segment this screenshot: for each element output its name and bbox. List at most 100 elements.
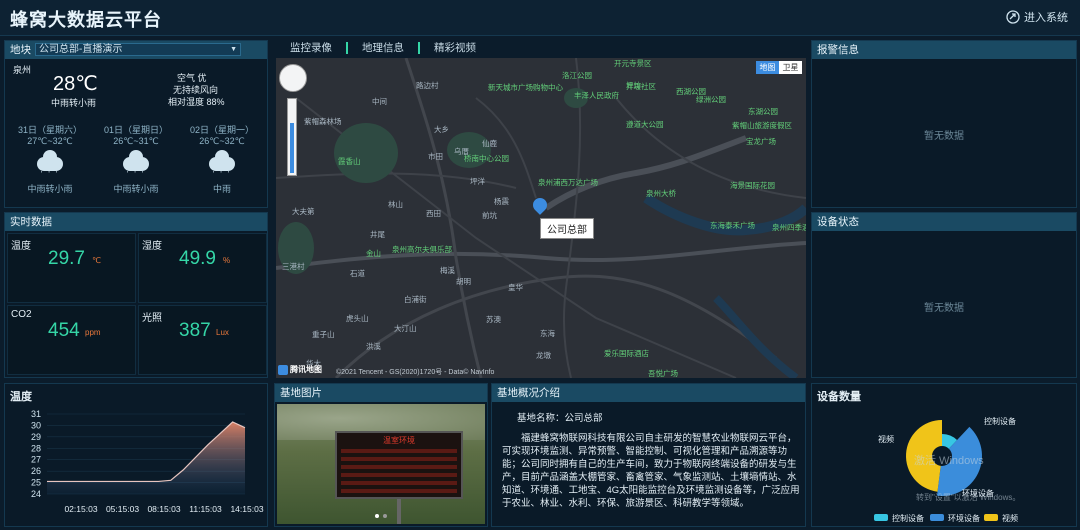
map-place-label: 苏澳 — [486, 315, 501, 324]
temperature-chart: 2425 2627 2829 3031 02:15:03 05:15:03 08:15:03… — [31, 409, 264, 514]
enter-system-label: 进入系统 — [1024, 12, 1068, 24]
map-place-label: 中间 — [372, 97, 387, 106]
metric-unit: ℃ — [92, 256, 101, 265]
map-poi-label[interactable]: 坪坊 — [626, 80, 641, 91]
map-place-label: 石道 — [350, 269, 365, 278]
map-type-normal[interactable]: 地图 — [756, 61, 779, 74]
metric-co2: CO2 454 ppm — [7, 305, 136, 375]
legend-label[interactable]: 控制设备 — [892, 513, 924, 523]
map-poi-label[interactable]: 紫帽山旅游度假区 — [732, 120, 792, 131]
map-poi-label[interactable]: 霞香山 — [338, 156, 361, 167]
forecast-desc: 中雨 — [212, 184, 231, 194]
base-overview-title: 基地概况介绍 — [492, 384, 805, 402]
legend-swatch[interactable] — [984, 514, 998, 521]
y-tick-label: 30 — [31, 420, 41, 430]
metric-label: 光照 — [142, 313, 162, 324]
pager-dot-icon[interactable] — [375, 514, 379, 518]
y-tick-label: 28 — [31, 443, 41, 453]
base-select[interactable]: 公司总部-直播演示 ▼ — [35, 43, 241, 56]
map-poi-label[interactable]: 桥南中心公园 — [464, 153, 509, 164]
map-place-label: 大乡 — [434, 125, 449, 134]
map-type-satellite[interactable]: 卫星 — [779, 61, 802, 74]
map-poi-label[interactable]: 遵道大公园 — [626, 119, 664, 130]
tab-monitor-video[interactable]: 监控录像 — [276, 42, 348, 54]
map-place-label: 前坑 — [482, 211, 497, 220]
pager-dot-icon[interactable] — [383, 514, 387, 518]
forecast-range: 26℃~32℃ — [199, 136, 245, 146]
alarm-panel: 报警信息 暂无数据 — [811, 40, 1077, 208]
led-sign: 温室环境 — [335, 431, 463, 499]
forecast-desc: 中雨转小雨 — [113, 184, 159, 194]
map-poi-label[interactable]: 东湖公园 — [748, 106, 778, 117]
metric-temperature: 温度 29.7 ℃ — [7, 233, 136, 303]
tencent-map-logo-icon — [278, 364, 288, 375]
forecast-list: 31日（星期六） 27℃~32℃ ' ' ' 中雨转小雨 01日（星期日） 26… — [7, 123, 265, 205]
map-marker-label[interactable]: 公司总部 — [540, 218, 594, 239]
map-poi-label[interactable]: 金山 — [366, 248, 381, 259]
base-photo-panel: 基地图片 温室环境 — [274, 383, 488, 527]
forecast-day: 01日（星期日） 26℃~31℃ ' ' ' 中雨转小雨 — [96, 123, 176, 205]
map-poi-label[interactable]: 新天城市广场购物中心 — [488, 82, 563, 93]
legend-label[interactable]: 视频 — [1002, 513, 1018, 523]
map-poi-label[interactable]: 吾悦广场 — [648, 368, 678, 378]
map-place-label: 皇华 — [508, 283, 523, 292]
weather-city: 泉州 — [13, 65, 32, 75]
forecast-desc: 中雨转小雨 — [27, 184, 73, 194]
map-zoom-slider[interactable] — [287, 98, 297, 176]
temperature-chart-title: 温度 — [10, 391, 32, 403]
map-poi-label[interactable]: 东海泰禾广场 — [710, 220, 755, 231]
base-photo-title: 基地图片 — [275, 384, 487, 402]
map-poi-label[interactable]: 开元寺景区 — [614, 58, 652, 69]
map-poi-label[interactable]: 宝龙广场 — [746, 136, 776, 147]
device-status-empty: 暂无数据 — [924, 303, 964, 314]
tab-videos[interactable]: 精彩视频 — [420, 42, 490, 54]
legend-label[interactable]: 环境设备 — [948, 513, 980, 523]
map-poi-label[interactable]: 泉州大桥 — [646, 188, 676, 199]
led-sign-title: 温室环境 — [383, 436, 415, 445]
device-count-panel: 设备数量 控制设备 环境设备 视频 控制设备 环境设备 视频 激活 Windows 转到"… — [811, 383, 1077, 527]
windows-watermark-line2: 转到"设置"以激活 Windows。 — [916, 493, 1021, 502]
temperature-chart-panel: 温度 24 25 26 27 28 29 30 31 02:15:03 05:15:03 08:15… — [4, 383, 268, 527]
map-poi-label[interactable]: 绿洲公园 — [696, 94, 726, 105]
map-poi-label[interactable]: 泉州高尔夫俱乐部 — [392, 244, 452, 255]
map-place-label: 路边村 — [416, 81, 439, 90]
weather-humidity: 相对湿度 88% — [168, 97, 225, 107]
device-status-title: 设备状态 — [812, 213, 1076, 231]
metric-unit: % — [223, 256, 231, 265]
weather-desc: 中雨转小雨 — [51, 98, 97, 108]
map-place-label: 西田 — [426, 209, 441, 218]
realtime-title: 实时数据 — [5, 213, 267, 231]
map-place-label: 仙鹿 — [482, 139, 497, 148]
metric-label: 湿度 — [142, 241, 162, 252]
map-view[interactable]: 地图 卫星 紫帽森林场 路边村 中间 大乡 乌厝 市田 西田 仙鹿 杨震 坪洋 林山 前坑 大夫第 井尾胡… — [276, 58, 806, 378]
map-place-label: 大汀山 — [394, 324, 417, 333]
y-tick-label: 26 — [31, 466, 41, 476]
base-label: 地块 — [10, 44, 31, 56]
y-tick-label: 31 — [31, 409, 41, 419]
map-poi-label[interactable]: 泉州浦西万达广场 — [538, 177, 598, 188]
metric-value: 49.9 — [179, 248, 216, 269]
rain-cloud-icon: ' ' ' — [209, 150, 235, 179]
tab-geo-info[interactable]: 地理信息 — [348, 42, 420, 54]
map-poi-label[interactable]: 丰泽人民政府 — [574, 90, 619, 101]
map-poi-label[interactable]: 爱乐国际酒店 — [604, 348, 649, 359]
map-place-label: 大夫第 — [292, 207, 315, 216]
map-place-label: 井尾 — [370, 230, 385, 239]
legend-swatch[interactable] — [930, 514, 944, 521]
map-place-label: 林山 — [388, 200, 403, 209]
base-description: 福建蜂窝物联网科技有限公司自主研发的智慧农业物联网云平台，可实现环境监测、异常预… — [502, 433, 800, 509]
enter-system-button[interactable]: 进入系统 — [1006, 9, 1068, 25]
metric-light: 光照 387 Lux — [138, 305, 267, 375]
temperature-area — [47, 422, 245, 494]
map-poi-label[interactable]: 洛江公园 — [562, 70, 592, 81]
legend-swatch[interactable] — [874, 514, 888, 521]
rain-cloud-icon: ' ' ' — [37, 150, 63, 179]
photo-pager[interactable] — [375, 514, 387, 518]
map-poi-label[interactable]: 泉州四季酒店 — [772, 222, 806, 233]
base-selector-bar: 地块 公司总部-直播演示 ▼ — [5, 41, 267, 59]
base-photo[interactable]: 温室环境 — [277, 404, 485, 524]
map-place-label: 胡明 — [456, 277, 471, 286]
map-pan-control[interactable] — [279, 64, 307, 92]
weather-temp: 28℃ — [53, 73, 98, 95]
map-poi-label[interactable]: 海景国际花园 — [730, 180, 775, 191]
